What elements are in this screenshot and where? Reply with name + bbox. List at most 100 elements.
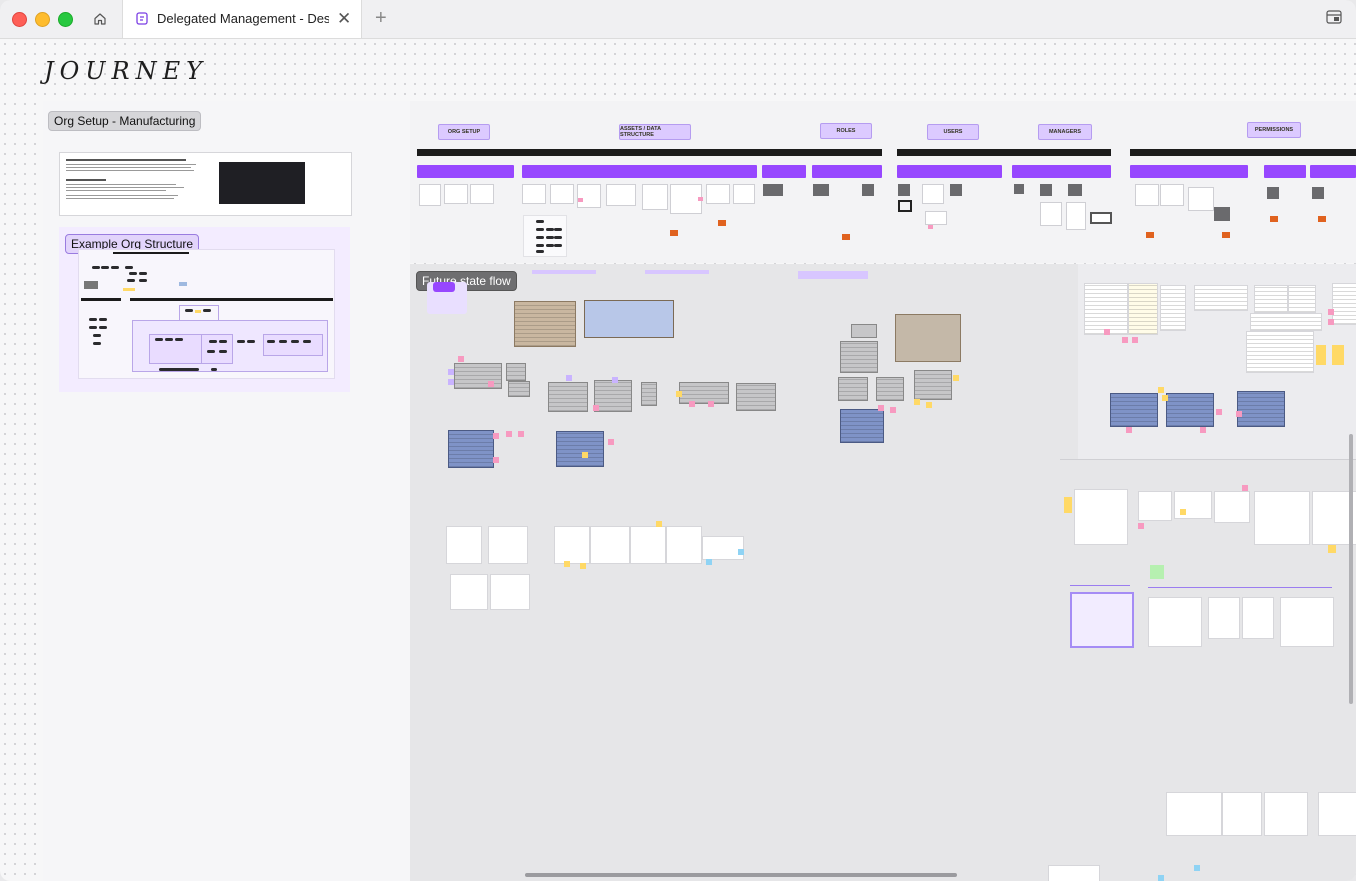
wireframe-screen[interactable] <box>1208 597 1240 639</box>
sketch-photo[interactable] <box>594 380 632 412</box>
sticky-note[interactable] <box>738 549 744 555</box>
sticky-note[interactable] <box>1328 319 1334 325</box>
sticky-note[interactable] <box>564 561 570 567</box>
journey-screen[interactable] <box>1214 207 1230 221</box>
sidebar-toggle-icon[interactable] <box>1326 10 1342 29</box>
sticky-note[interactable] <box>842 234 850 240</box>
sticky-note[interactable] <box>582 452 588 458</box>
whiteboard-photo[interactable] <box>1246 331 1314 373</box>
journey-screen[interactable] <box>1135 184 1159 206</box>
wireframe-screen[interactable] <box>1222 792 1262 836</box>
wireframe-screen[interactable] <box>490 574 530 610</box>
wireframe-screen[interactable] <box>1148 597 1202 647</box>
status-list[interactable] <box>523 215 567 257</box>
wireframe-screen[interactable] <box>1074 489 1128 545</box>
wireframe-screen[interactable] <box>1280 597 1334 647</box>
journey-screen[interactable] <box>1068 184 1082 196</box>
wireframe-screen[interactable] <box>1166 792 1222 836</box>
sketch-photo[interactable] <box>679 382 729 404</box>
horizontal-scrollbar[interactable] <box>525 873 957 877</box>
journey-screen[interactable] <box>862 184 874 196</box>
wireframe-screen[interactable] <box>1242 597 1274 639</box>
sticky-note[interactable] <box>578 198 583 202</box>
wireframe-screen[interactable] <box>450 574 488 610</box>
phase-permissions[interactable]: PERMISSIONS <box>1247 122 1301 138</box>
journey-screen[interactable] <box>577 184 601 208</box>
sticky-note[interactable] <box>518 431 524 437</box>
journey-screen[interactable] <box>606 184 636 206</box>
sketch-photo[interactable] <box>641 382 657 406</box>
journey-screen[interactable] <box>813 184 829 196</box>
journey-screen[interactable] <box>898 184 910 196</box>
sticky-note[interactable] <box>1138 523 1144 529</box>
journey-screen[interactable] <box>1090 212 1112 224</box>
phase-users[interactable]: USERS <box>927 124 979 140</box>
sketch-photo[interactable] <box>736 383 776 411</box>
sticky-note[interactable] <box>1318 216 1326 222</box>
sticky-note[interactable] <box>706 559 712 565</box>
sticky-note[interactable] <box>1126 427 1132 433</box>
phase-managers[interactable]: MANAGERS <box>1038 124 1092 140</box>
sticky-note[interactable] <box>878 405 884 411</box>
sticky-note[interactable] <box>493 457 499 463</box>
sketch-photo[interactable] <box>584 300 674 338</box>
sticky-note[interactable] <box>593 405 599 411</box>
whiteboard-photo[interactable] <box>1084 283 1128 335</box>
sticky-note[interactable] <box>1146 232 1154 238</box>
wireframe-screen[interactable] <box>554 526 590 564</box>
sketch-photo[interactable] <box>1166 393 1214 427</box>
phase-assets-data-structure[interactable]: ASSETS / DATA STRUCTURE <box>619 124 691 140</box>
sticky-note[interactable] <box>1222 232 1230 238</box>
whiteboard-photo[interactable] <box>1332 283 1356 325</box>
sticky-note[interactable] <box>448 369 454 375</box>
sticky-note[interactable] <box>670 230 678 236</box>
wireframe-screen[interactable] <box>1214 491 1250 523</box>
board-canvas[interactable]: JOURNEY Org Setup - Manufacturing Exampl… <box>0 39 1356 881</box>
sticky-note[interactable] <box>656 521 662 527</box>
journey-screen[interactable] <box>1066 202 1086 230</box>
sticky-note[interactable] <box>1236 411 1242 417</box>
sticky-note[interactable] <box>1158 875 1164 881</box>
sketch-photo[interactable] <box>838 377 868 401</box>
sticky-note[interactable] <box>608 439 614 445</box>
sticky-note[interactable] <box>689 401 695 407</box>
sketch-photo[interactable] <box>556 431 604 467</box>
sticky-note[interactable] <box>926 402 932 408</box>
sticky-note[interactable] <box>890 407 896 413</box>
sketch-photo[interactable] <box>548 382 588 412</box>
minimize-window-button[interactable] <box>35 12 50 27</box>
org-chart-diagram[interactable] <box>78 249 335 379</box>
sticky-note[interactable] <box>448 379 454 385</box>
sticky-note[interactable] <box>1242 485 1248 491</box>
sticky-note[interactable] <box>1328 309 1334 315</box>
sticky-note[interactable] <box>1162 395 1168 401</box>
journey-screen[interactable] <box>925 211 947 225</box>
journey-screen[interactable] <box>1160 184 1184 206</box>
sticky-note[interactable] <box>698 197 703 201</box>
sketch-photo[interactable] <box>1110 393 1158 427</box>
sketch-photo[interactable] <box>1237 391 1285 427</box>
journey-screen[interactable] <box>706 184 730 204</box>
sketch-photo[interactable] <box>876 377 904 401</box>
org-setup-card[interactable] <box>59 152 352 216</box>
journey-screen[interactable] <box>1267 187 1279 199</box>
journey-screen[interactable] <box>1040 184 1052 196</box>
sketch-photo[interactable] <box>454 363 502 389</box>
journey-screen[interactable] <box>1188 187 1214 211</box>
sketch-photo[interactable] <box>840 409 884 443</box>
wireframe-screen[interactable] <box>1264 792 1308 836</box>
sticky-note[interactable] <box>1332 345 1344 365</box>
sketch-photo[interactable] <box>508 381 530 397</box>
home-icon[interactable] <box>88 8 112 30</box>
wireframe-screen[interactable] <box>488 526 528 564</box>
sticky-note[interactable] <box>718 220 726 226</box>
sticky-note[interactable] <box>488 381 494 387</box>
sticky-note[interactable] <box>1270 216 1278 222</box>
wireframe-screen-selected[interactable] <box>1070 592 1134 648</box>
sketch-photo[interactable] <box>514 301 576 347</box>
wireframe-screen[interactable] <box>702 536 744 560</box>
org-setup-label[interactable]: Org Setup - Manufacturing <box>48 111 202 131</box>
sketch-photo[interactable] <box>840 341 878 373</box>
whiteboard-photo[interactable] <box>1128 283 1158 335</box>
journey-screen[interactable] <box>1040 202 1062 226</box>
